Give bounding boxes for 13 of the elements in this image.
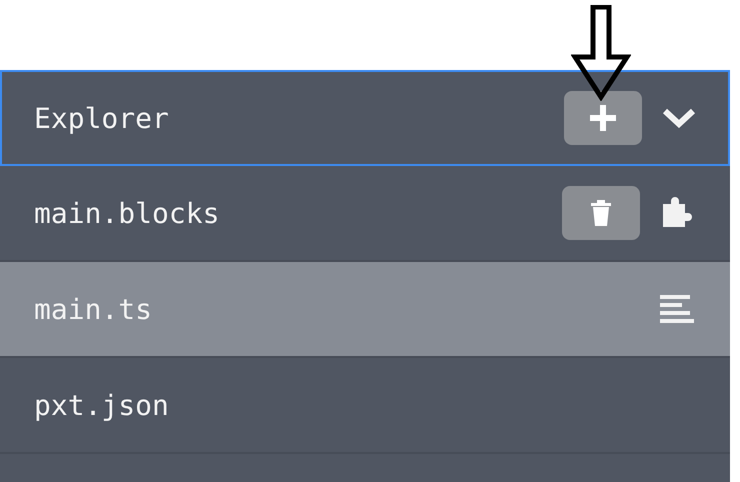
file-name: main.blocks [34,196,220,230]
down-arrow-icon [571,5,631,101]
explorer-header[interactable]: Explorer [0,70,730,166]
text-align-icon [660,295,694,323]
explorer-title: Explorer [34,102,170,134]
puzzle-icon [660,196,694,230]
file-name: pxt.json [34,388,170,422]
plus-icon [590,105,616,131]
delete-button[interactable] [562,186,640,240]
trash-icon [589,199,613,227]
chevron-icon[interactable] [662,107,696,129]
file-name: main.ts [34,292,154,326]
add-button[interactable] [564,91,642,145]
